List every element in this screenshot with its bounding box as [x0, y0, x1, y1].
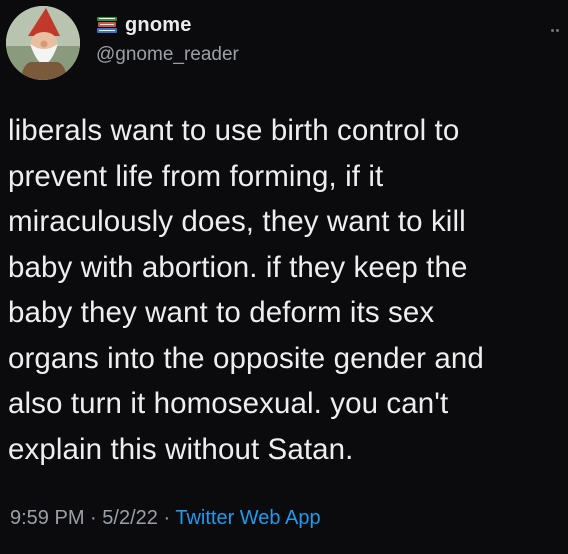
tweet: gnome @gnome_reader liberals want to use…	[0, 0, 568, 554]
display-name[interactable]: gnome	[125, 14, 192, 37]
books-icon	[96, 15, 118, 35]
tweet-text: liberals want to use birth control to pr…	[8, 114, 484, 466]
display-name-row[interactable]: gnome	[96, 12, 192, 38]
more-options-icon[interactable]	[545, 20, 565, 40]
avatar[interactable]	[6, 6, 80, 80]
tweet-date[interactable]: 5/2/22	[102, 507, 158, 529]
tweet-meta: 9:59 PM · 5/2/22 · Twitter Web App	[10, 507, 321, 530]
user-handle[interactable]: @gnome_reader	[96, 44, 239, 66]
gnome-avatar-icon	[6, 6, 80, 80]
meta-separator: ·	[90, 507, 97, 529]
tweet-source-link[interactable]: Twitter Web App	[175, 507, 320, 529]
tweet-time[interactable]: 9:59 PM	[10, 507, 84, 529]
meta-separator: ·	[163, 507, 171, 529]
